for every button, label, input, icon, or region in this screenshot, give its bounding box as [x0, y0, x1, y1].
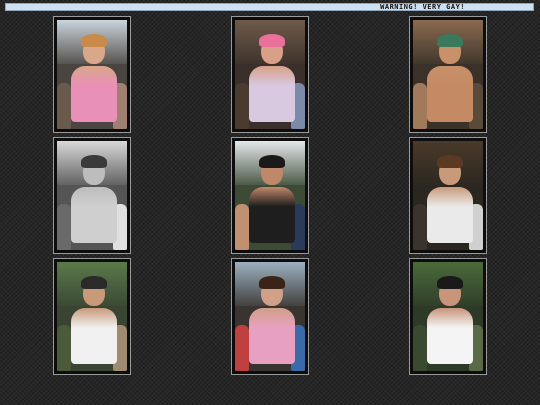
photo-image: [235, 20, 305, 129]
photo-thumbnail[interactable]: [53, 16, 131, 133]
photo-thumbnail[interactable]: [409, 16, 487, 133]
photo-gallery: [0, 0, 540, 405]
photo-thumbnail[interactable]: [409, 137, 487, 254]
photo-image: [57, 20, 127, 129]
photo-image: [57, 262, 127, 371]
photo-image: [413, 262, 483, 371]
photo-image: [57, 141, 127, 250]
photo-image: [413, 141, 483, 250]
photo-image: [235, 141, 305, 250]
photo-thumbnail[interactable]: [231, 258, 309, 375]
photo-thumbnail[interactable]: [231, 137, 309, 254]
photo-thumbnail[interactable]: [53, 258, 131, 375]
photo-image: [235, 262, 305, 371]
photo-thumbnail[interactable]: [409, 258, 487, 375]
photo-thumbnail[interactable]: [53, 137, 131, 254]
photo-thumbnail[interactable]: [231, 16, 309, 133]
photo-image: [413, 20, 483, 129]
